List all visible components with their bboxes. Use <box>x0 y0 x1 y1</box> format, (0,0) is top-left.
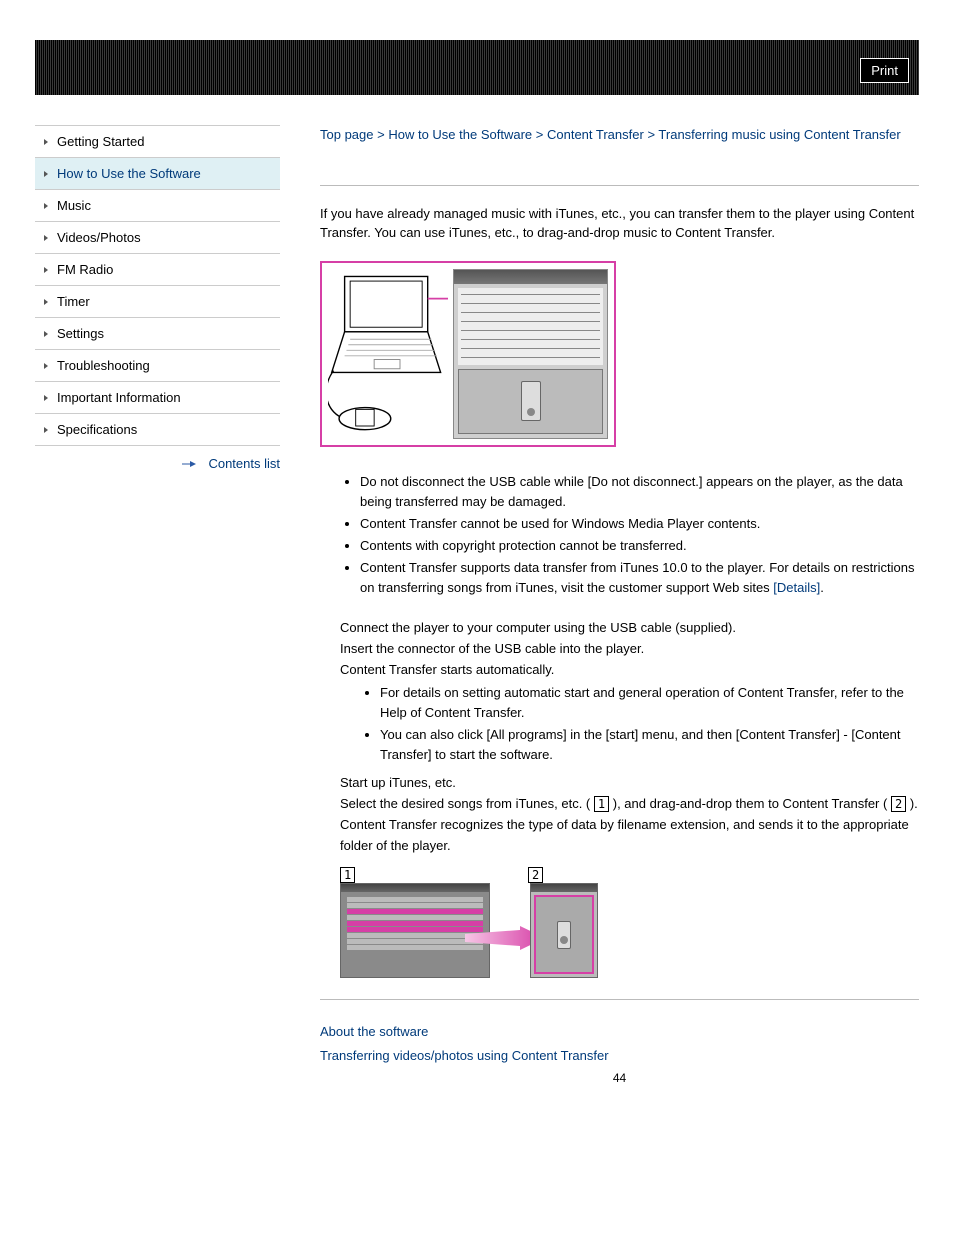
breadcrumb-top[interactable]: Top page <box>320 127 374 142</box>
laptop-icon <box>328 269 448 439</box>
related-transferring-videos[interactable]: Transferring videos/photos using Content… <box>320 1044 919 1067</box>
page-number: 44 <box>320 1071 919 1085</box>
step-start-itunes: Start up iTunes, etc. <box>340 773 919 794</box>
note-text: Content Transfer supports data transfer … <box>360 560 914 595</box>
figure-overview <box>320 261 616 447</box>
nav: Getting Started How to Use the Software … <box>35 125 280 446</box>
related-topics: About the software Transferring videos/p… <box>320 1020 919 1067</box>
figure-drag-drop: 1 2 <box>340 871 600 981</box>
nav-music[interactable]: Music <box>35 190 280 222</box>
details-link[interactable]: [Details] <box>773 580 820 595</box>
nav-timer[interactable]: Timer <box>35 286 280 318</box>
content-transfer-window-icon <box>453 269 608 439</box>
nav-troubleshooting[interactable]: Troubleshooting <box>35 350 280 382</box>
marker-one-icon: 1 <box>340 867 355 883</box>
step-text: ), and drag-and-drop them to Content Tra… <box>613 796 888 811</box>
related-about-software[interactable]: About the software <box>320 1020 919 1043</box>
marker-two-icon: 2 <box>891 796 906 812</box>
step-auto-start: Content Transfer starts automatically. <box>340 660 919 681</box>
divider <box>320 999 919 1000</box>
contents-list-link[interactable]: Contents list <box>190 456 280 471</box>
substep-item: You can also click [All programs] in the… <box>380 725 919 765</box>
note-item: Contents with copyright protection canno… <box>360 536 919 556</box>
step-connect: Connect the player to your computer usin… <box>340 618 919 639</box>
header-bar: Print <box>35 40 919 95</box>
divider <box>320 185 919 186</box>
steps: Connect the player to your computer usin… <box>320 618 919 981</box>
step-select-drag: Select the desired songs from iTunes, et… <box>340 794 919 815</box>
nav-settings[interactable]: Settings <box>35 318 280 350</box>
nav-getting-started[interactable]: Getting Started <box>35 126 280 158</box>
sidebar: Getting Started How to Use the Software … <box>35 125 280 1085</box>
step-recognize: Content Transfer recognizes the type of … <box>340 815 919 857</box>
breadcrumb-sep: > <box>647 127 655 142</box>
breadcrumb-l1[interactable]: How to Use the Software <box>388 127 532 142</box>
substep-item: For details on setting automatic start a… <box>380 683 919 723</box>
breadcrumb-sep: > <box>377 127 385 142</box>
nav-how-to-use-software[interactable]: How to Use the Software <box>35 158 280 190</box>
marker-one-icon: 1 <box>594 796 609 812</box>
breadcrumb: Top page > How to Use the Software > Con… <box>320 125 919 145</box>
note-item: Content Transfer supports data transfer … <box>360 558 919 598</box>
step-text: ). <box>910 796 918 811</box>
content-transfer-target-icon <box>530 883 598 978</box>
main-content: Top page > How to Use the Software > Con… <box>320 125 919 1085</box>
note-item: Content Transfer cannot be used for Wind… <box>360 514 919 534</box>
nav-specifications[interactable]: Specifications <box>35 414 280 446</box>
breadcrumb-l2[interactable]: Content Transfer <box>547 127 644 142</box>
substeps: For details on setting automatic start a… <box>340 683 919 766</box>
nav-fm-radio[interactable]: FM Radio <box>35 254 280 286</box>
breadcrumb-sep: > <box>536 127 544 142</box>
step-insert: Insert the connector of the USB cable in… <box>340 639 919 660</box>
notes-list: Do not disconnect the USB cable while [D… <box>320 472 919 599</box>
nav-important-information[interactable]: Important Information <box>35 382 280 414</box>
contents-list-wrap: Contents list <box>35 446 280 471</box>
print-button[interactable]: Print <box>860 58 909 83</box>
nav-videos-photos[interactable]: Videos/Photos <box>35 222 280 254</box>
marker-two-icon: 2 <box>528 867 543 883</box>
intro-text: If you have already managed music with i… <box>320 204 919 243</box>
note-item: Do not disconnect the USB cable while [D… <box>360 472 919 512</box>
step-text: Select the desired songs from iTunes, et… <box>340 796 590 811</box>
breadcrumb-current: Transferring music using Content Transfe… <box>658 127 900 142</box>
